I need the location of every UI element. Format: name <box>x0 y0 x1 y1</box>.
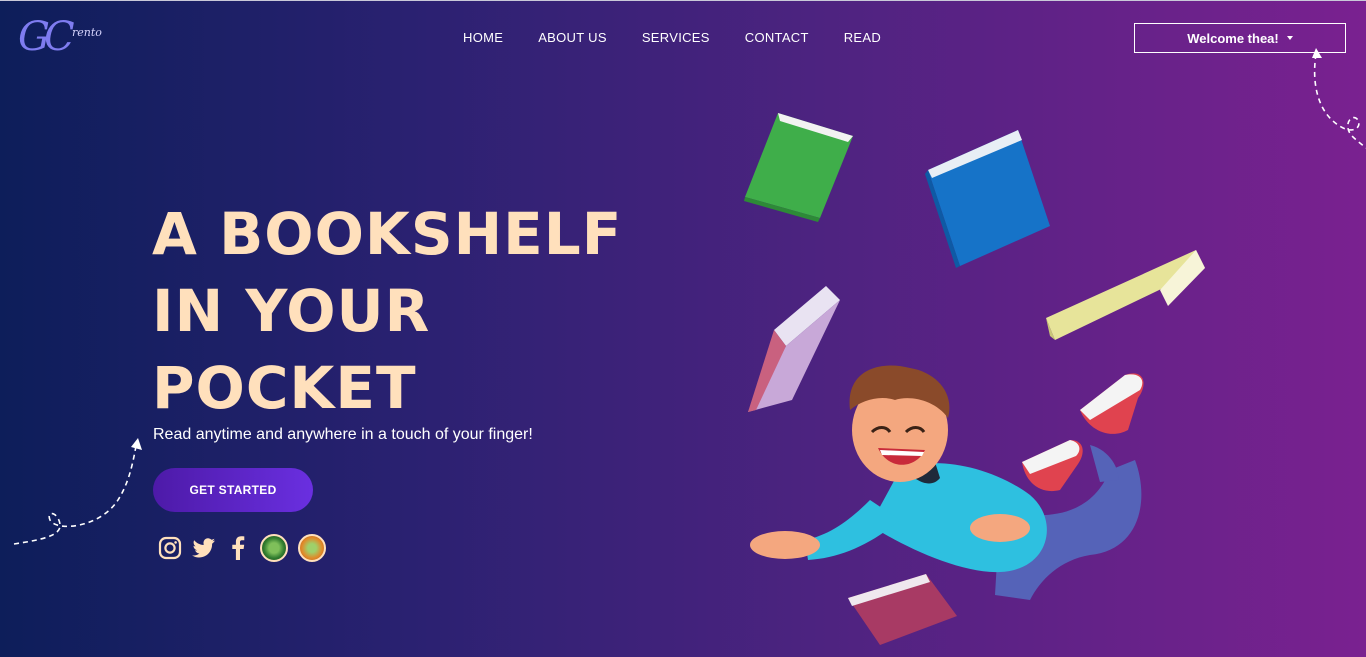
dashed-arrow-top <box>1313 53 1366 149</box>
twitter-icon[interactable] <box>192 534 216 562</box>
facebook-icon[interactable] <box>226 534 250 562</box>
instagram-icon[interactable] <box>158 534 182 562</box>
flying-boy-character <box>750 365 1144 600</box>
arrow-head-top <box>1312 48 1322 58</box>
dashed-arrow-bottom <box>13 445 137 545</box>
school-seal-icon[interactable] <box>260 534 288 562</box>
lavender-book <box>748 286 840 412</box>
get-started-button[interactable]: GET STARTED <box>153 468 313 512</box>
green-book <box>744 113 853 222</box>
college-seal-icon[interactable] <box>298 534 326 562</box>
hero-title-line-1: A BOOKSHELF <box>152 200 623 268</box>
yellow-book <box>1046 250 1205 340</box>
red-book <box>848 574 957 645</box>
social-links <box>158 534 326 562</box>
blue-book <box>925 130 1050 268</box>
hero-tagline: Read anytime and anywhere in a touch of … <box>153 426 533 443</box>
arrow-head-bottom <box>131 438 142 450</box>
hero-title-line-2: IN YOUR <box>152 277 431 345</box>
hero-title-line-3: POCKET <box>152 354 417 422</box>
hero-title: A BOOKSHELF IN YOUR POCKET <box>152 196 712 427</box>
